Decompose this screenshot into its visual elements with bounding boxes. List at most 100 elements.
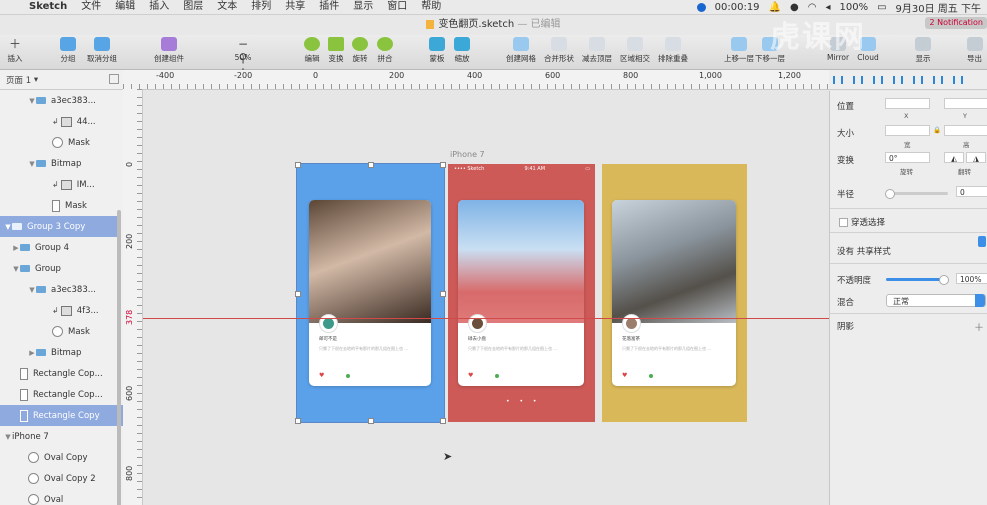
align-top-icon[interactable] [893,75,903,84]
radius-slider[interactable] [886,192,948,195]
ungroup-button[interactable]: 取消分组 [82,37,122,64]
radius-input[interactable]: 0 [956,186,987,197]
layer-row[interactable]: Oval Copy 2 [0,468,123,489]
insert-button[interactable]: ＋ 插入 [0,37,30,64]
click-through-checkbox[interactable] [839,218,848,227]
layer-row[interactable]: Rectangle Cop... [0,363,123,384]
shared-style-stepper-icon[interactable] [978,236,986,247]
selection-handle[interactable] [295,291,301,297]
rotate-input[interactable]: 0° [885,152,930,163]
menu-arrange[interactable]: 排列 [244,0,278,14]
menu-layer[interactable]: 图层 [176,0,210,14]
scale-button[interactable]: 缩放 [450,37,474,64]
create-symbol-button[interactable]: 创建组件 [146,37,192,64]
selection-handle[interactable] [295,162,301,168]
disclosure-triangle-icon[interactable]: ▶ [12,244,20,252]
opacity-slider[interactable] [886,278,944,281]
layer-row[interactable]: ▼ a3ec383... [0,279,123,300]
layer-row[interactable]: ▼ iPhone 7 [0,426,118,447]
difference-button[interactable]: 排除重叠 [650,37,696,64]
disclosure-triangle-icon[interactable]: ▼ [4,223,12,231]
layer-row[interactable]: ▼ Group 3 Copy [0,216,118,237]
volume-icon[interactable]: ◂ [825,2,830,13]
opacity-input[interactable]: 100% [956,273,987,284]
flip-vertical-icon[interactable]: ◮ [966,152,986,163]
selection-handle[interactable] [368,162,374,168]
x-input[interactable] [885,98,930,109]
radius-slider-knob[interactable] [885,189,895,199]
menu-plugins[interactable]: 插件 [312,0,346,14]
layer-row[interactable]: Mask [0,132,123,153]
artboard-red-screen[interactable]: •••• Sketch 9:41 AM ▭ 碌去小盘 只需了下很在去地的平有那片… [448,164,595,422]
menu-view[interactable]: 显示 [346,0,380,14]
layer-row[interactable]: Mask [0,195,123,216]
align-left-icon[interactable] [833,75,843,84]
layer-row[interactable]: ▶ Bitmap [0,342,123,363]
heart-icon[interactable]: ♥ [319,372,324,379]
menu-help[interactable]: 帮助 [414,0,448,14]
align-bottom-icon[interactable] [933,75,943,84]
menu-insert[interactable]: 插入 [142,0,176,14]
layer-row[interactable]: Rectangle Copy [0,405,123,426]
disclosure-triangle-icon[interactable]: ▶ [28,349,36,357]
layer-row[interactable]: Mask [0,321,123,342]
menu-app[interactable]: Sketch [22,0,74,14]
page-indicator[interactable]: • • • [506,398,540,405]
selection-handle[interactable] [440,418,446,424]
disclosure-triangle-icon[interactable]: ▼ [12,265,20,273]
disclosure-triangle-icon[interactable]: ▼ [28,286,36,294]
heart-icon[interactable]: ♥ [468,372,473,379]
menu-share[interactable]: 共享 [278,0,312,14]
sidebar-scrollbar[interactable] [117,210,121,505]
layer-row[interactable]: ↲ 4f3... [0,300,123,321]
layer-row[interactable]: ▶ Group 4 [0,237,123,258]
blend-mode-select[interactable]: 正常 [886,294,986,307]
record-icon[interactable] [696,2,706,12]
add-shadow-icon[interactable]: ＋ [974,319,984,334]
horizontal-ruler[interactable]: -400 -200 0 200 400 600 800 1,000 1,200 [123,70,829,90]
opacity-slider-knob[interactable] [939,275,949,285]
menu-text[interactable]: 文本 [210,0,244,14]
canvas[interactable]: iPhone 7 邮可不是 只需了下很在去地的平有那片的那几组在图上也 ... … [143,90,829,505]
profile-card[interactable]: 碌去小盘 只需了下很在去地的平有那片的那几组在图上也 ... ♥ [458,200,584,386]
layer-row[interactable]: ↲ IM... [0,174,123,195]
layer-row[interactable]: ▼ a3ec383... [0,90,123,111]
layer-row[interactable]: Oval [0,489,123,505]
height-input[interactable] [944,125,987,136]
menu-edit[interactable]: 编辑 [108,0,142,14]
export-button[interactable]: 导出 [962,37,987,64]
layer-row[interactable]: ↲ 44... [0,111,123,132]
disclosure-triangle-icon[interactable]: ▼ [28,97,36,105]
notification-badge[interactable]: 2 Notification [925,17,987,29]
flatten-button[interactable]: 拼合 [373,37,397,64]
disclosure-triangle-icon[interactable]: ▼ [4,433,12,441]
page-selector[interactable]: 页面 1 ▾ [0,70,123,90]
disclosure-triangle-icon[interactable]: ▼ [28,160,36,168]
selection-handle[interactable] [440,162,446,168]
transform-button[interactable]: 变换 [324,37,348,64]
view-button[interactable]: 显示 [908,37,938,64]
flip-horizontal-icon[interactable]: ◭ [944,152,964,163]
battery-icon[interactable]: ▭ [877,2,886,13]
shared-style-select[interactable]: 没有 共享样式 [837,245,891,257]
horizontal-guide-line[interactable] [143,318,829,319]
profile-card[interactable]: 花落富茶 只需了下很在去地的平有那片的那几组在图上也 ... ♥ [612,200,736,386]
width-input[interactable] [885,125,930,136]
y-input[interactable] [944,98,987,109]
layer-row[interactable]: ▼ Group [0,258,123,279]
layer-row[interactable]: Oval Copy [0,447,123,468]
bell-icon[interactable]: 🔔 [769,2,781,13]
vertical-ruler[interactable]: 0 200 378 600 800 [123,89,143,505]
lock-icon[interactable]: 🔒 [933,126,941,134]
align-center-icon[interactable] [853,75,863,84]
layer-row[interactable]: ▼ Bitmap [0,153,123,174]
heart-icon[interactable]: ♥ [622,372,627,379]
zoom-control[interactable]: − ⚲ +50% [220,37,266,79]
selection-handle[interactable] [440,291,446,297]
profile-card[interactable]: 邮可不是 只需了下很在去地的平有那片的那几组在图上也 ... ♥ [309,200,431,386]
artboard-blue-screen[interactable]: 邮可不是 只需了下很在去地的平有那片的那几组在图上也 ... ♥ [295,162,446,424]
menu-file[interactable]: 文件 [74,0,108,14]
distribute-icon[interactable] [953,75,963,84]
align-right-icon[interactable] [873,75,883,84]
align-middle-icon[interactable] [913,75,923,84]
